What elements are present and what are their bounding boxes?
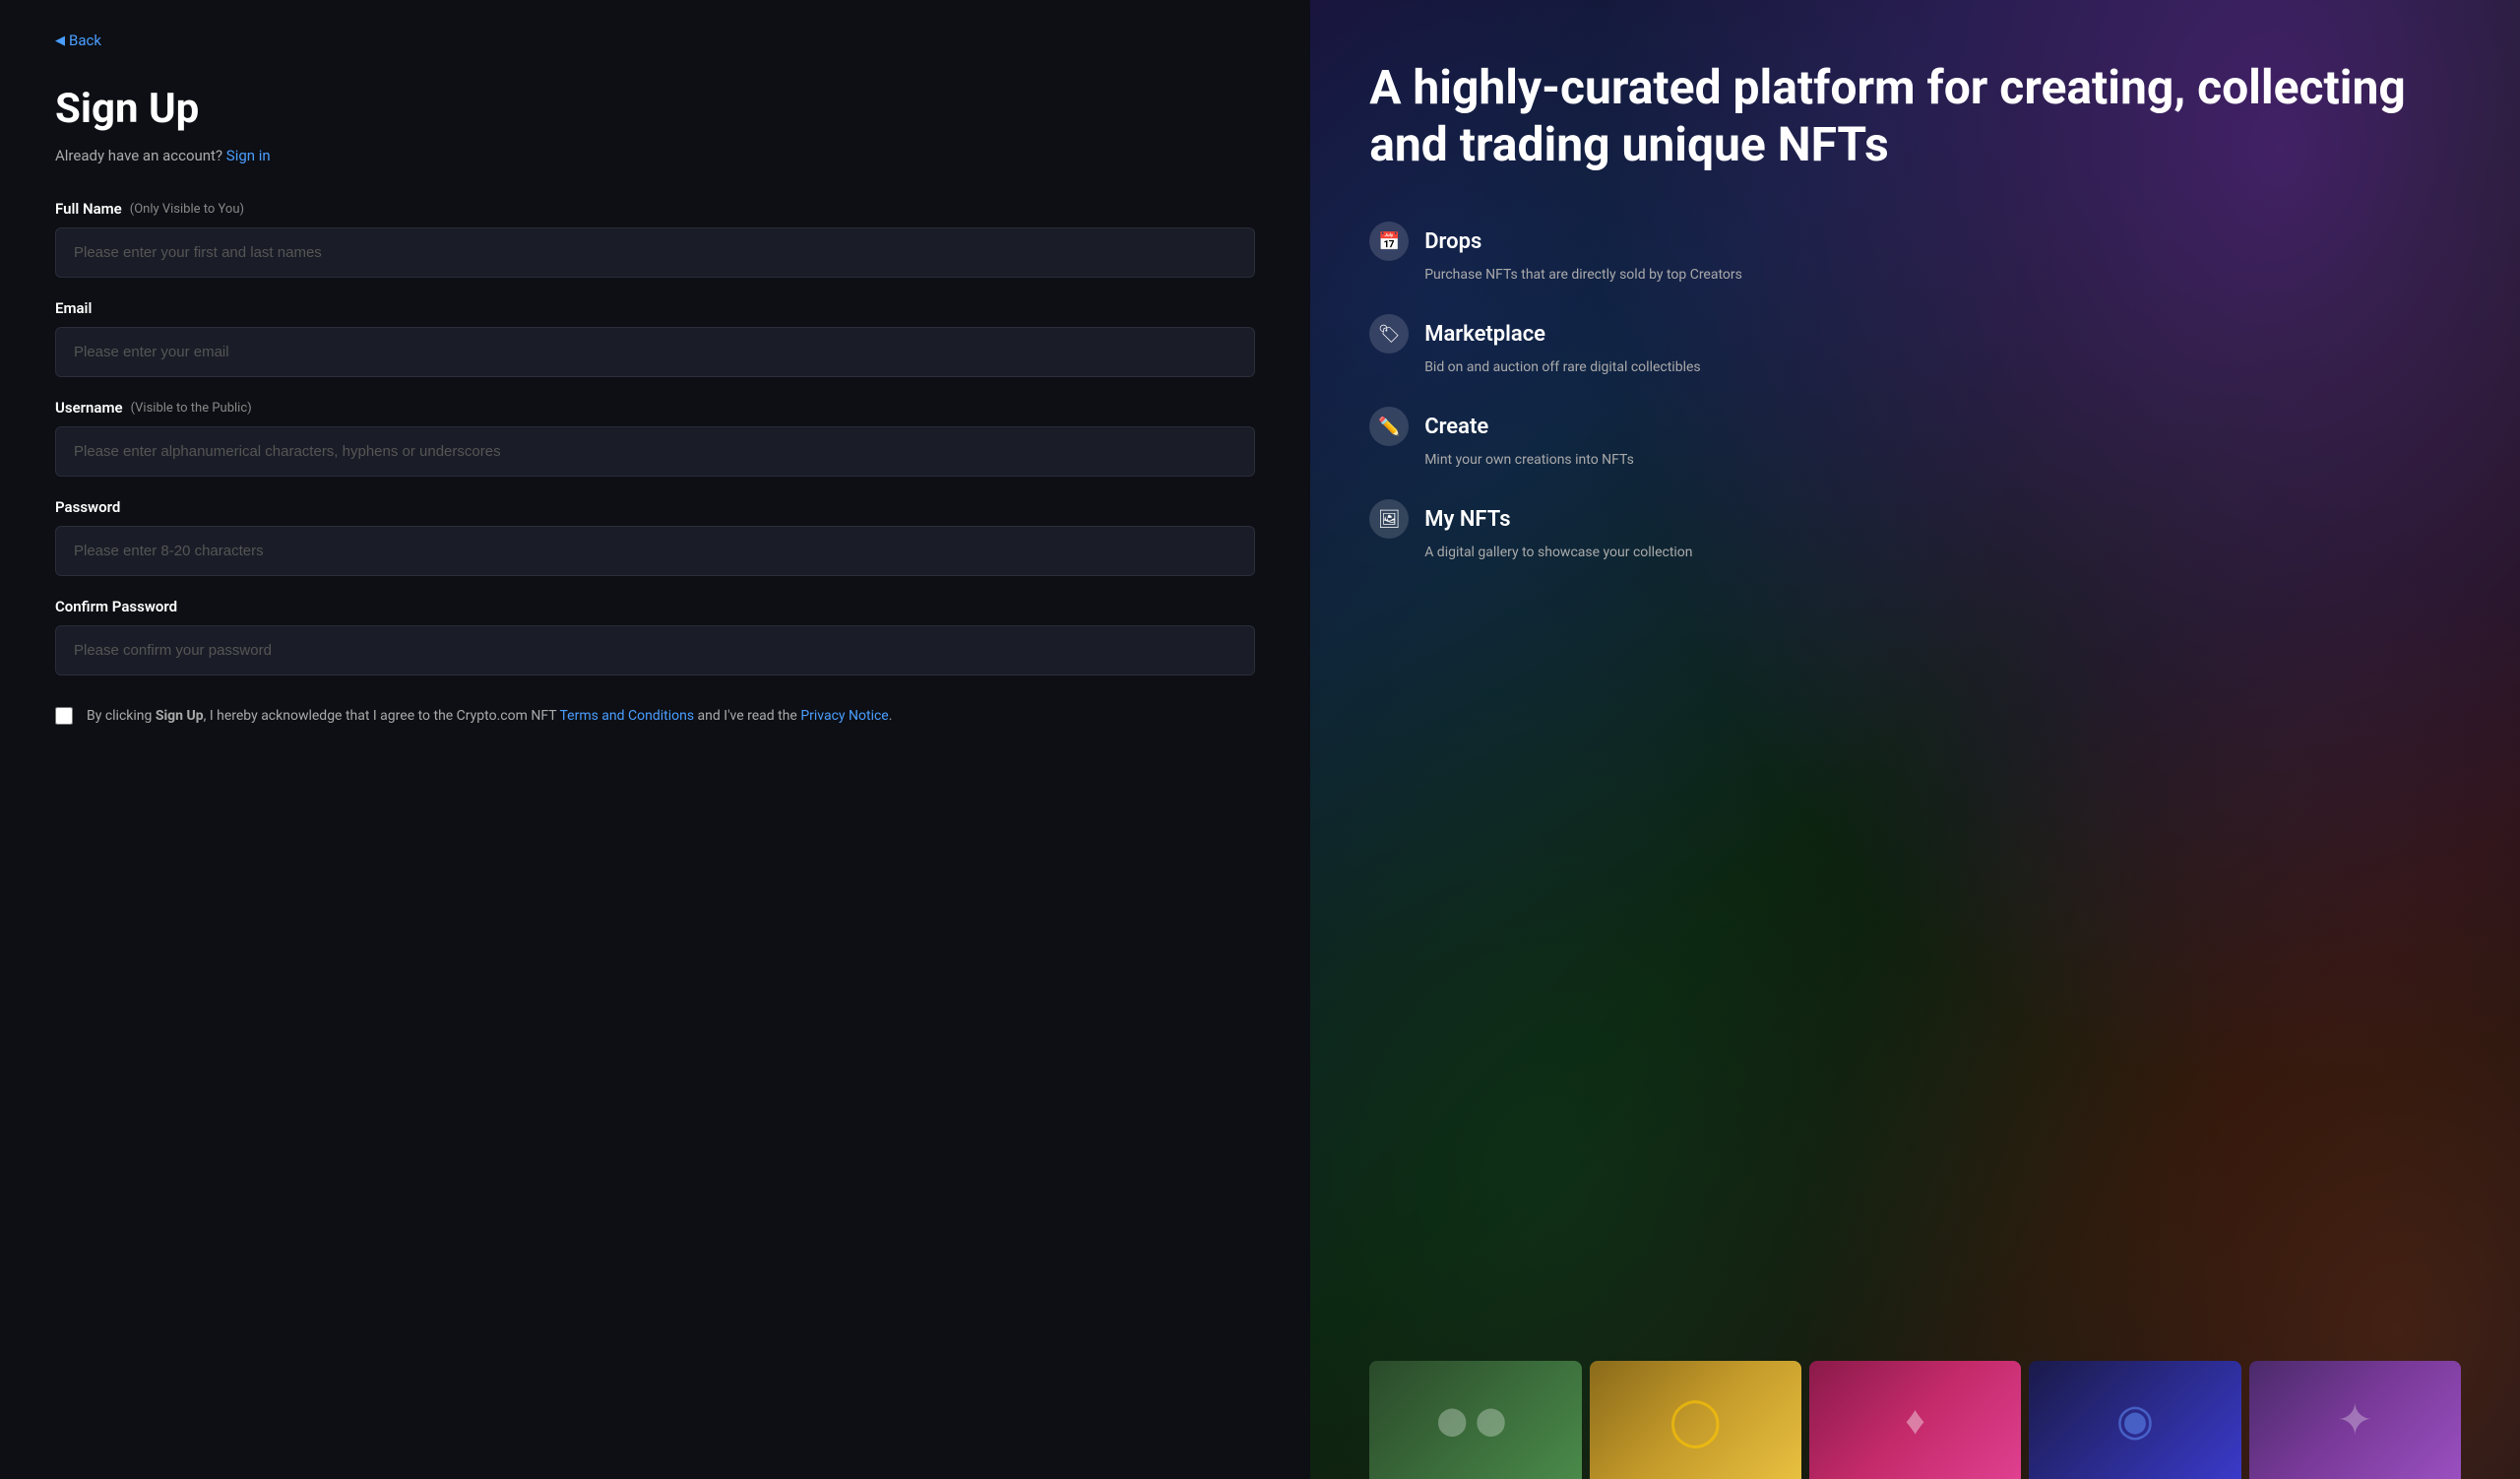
drops-desc: Purchase NFTs that are directly sold by … <box>1369 267 2461 283</box>
password-group: Password <box>55 498 1255 576</box>
feature-marketplace: 🏷 Marketplace Bid on and auction off rar… <box>1369 314 2461 375</box>
create-desc: Mint your own creations into NFTs <box>1369 452 2461 468</box>
marketplace-name: Marketplace <box>1424 322 1545 347</box>
drops-name: Drops <box>1424 229 1481 254</box>
feature-create: ✏️ Create Mint your own creations into N… <box>1369 407 2461 468</box>
terms-checkbox[interactable] <box>55 707 73 725</box>
email-group: Email <box>55 299 1255 377</box>
terms-text: By clicking Sign Up, I hereby acknowledg… <box>87 705 892 727</box>
account-text: Already have an account? <box>55 147 222 164</box>
right-content: A highly-curated platform for creating, … <box>1369 59 2461 1321</box>
right-panel: A highly-curated platform for creating, … <box>1310 0 2520 1479</box>
hero-title: A highly-curated platform for creating, … <box>1369 59 2461 172</box>
terms-row: By clicking Sign Up, I hereby acknowledg… <box>55 705 1255 727</box>
nft-thumb-1 <box>1369 1361 1581 1479</box>
confirm-password-input[interactable] <box>55 625 1255 675</box>
feature-create-header: ✏️ Create <box>1369 407 2461 446</box>
confirm-password-label: Confirm Password <box>55 598 1255 615</box>
email-label: Email <box>55 299 1255 317</box>
nft-thumb-4 <box>2029 1361 2240 1479</box>
email-input[interactable] <box>55 327 1255 377</box>
signin-row: Already have an account? Sign in <box>55 147 1255 164</box>
password-label: Password <box>55 498 1255 516</box>
terms-signup-bold: Sign Up <box>156 708 204 724</box>
feature-list: 📅 Drops Purchase NFTs that are directly … <box>1369 222 2461 560</box>
nft-thumb-3 <box>1809 1361 2021 1479</box>
back-label: Back <box>69 32 101 49</box>
nft-strip <box>1369 1321 2461 1479</box>
feature-mynfts: 🖼 My NFTs A digital gallery to showcase … <box>1369 499 2461 560</box>
back-arrow-icon: ◀ <box>55 33 65 48</box>
feature-mynfts-header: 🖼 My NFTs <box>1369 499 2461 539</box>
fullname-input[interactable] <box>55 227 1255 278</box>
marketplace-icon: 🏷 <box>1369 314 1409 354</box>
page-title: Sign Up <box>55 85 1255 133</box>
fullname-group: Full Name (Only Visible to You) <box>55 200 1255 278</box>
feature-drops-header: 📅 Drops <box>1369 222 2461 261</box>
left-panel: ◀ Back Sign Up Already have an account? … <box>0 0 1310 1479</box>
username-label: Username (Visible to the Public) <box>55 399 1255 417</box>
password-input[interactable] <box>55 526 1255 576</box>
terms-conditions-link[interactable]: Terms and Conditions <box>559 708 694 724</box>
feature-drops: 📅 Drops Purchase NFTs that are directly … <box>1369 222 2461 283</box>
signin-link[interactable]: Sign in <box>226 147 271 164</box>
mynfts-name: My NFTs <box>1424 507 1510 532</box>
privacy-notice-link[interactable]: Privacy Notice <box>800 708 888 724</box>
mynfts-desc: A digital gallery to showcase your colle… <box>1369 545 2461 560</box>
username-input[interactable] <box>55 426 1255 477</box>
nft-thumb-5 <box>2249 1361 2461 1479</box>
drops-icon: 📅 <box>1369 222 1409 261</box>
nft-thumb-2 <box>1590 1361 1801 1479</box>
feature-marketplace-header: 🏷 Marketplace <box>1369 314 2461 354</box>
confirm-password-group: Confirm Password <box>55 598 1255 675</box>
marketplace-desc: Bid on and auction off rare digital coll… <box>1369 359 2461 375</box>
username-group: Username (Visible to the Public) <box>55 399 1255 477</box>
create-name: Create <box>1424 415 1488 439</box>
fullname-label: Full Name (Only Visible to You) <box>55 200 1255 218</box>
mynfts-icon: 🖼 <box>1369 499 1409 539</box>
create-icon: ✏️ <box>1369 407 1409 446</box>
back-button[interactable]: ◀ Back <box>55 32 1255 49</box>
